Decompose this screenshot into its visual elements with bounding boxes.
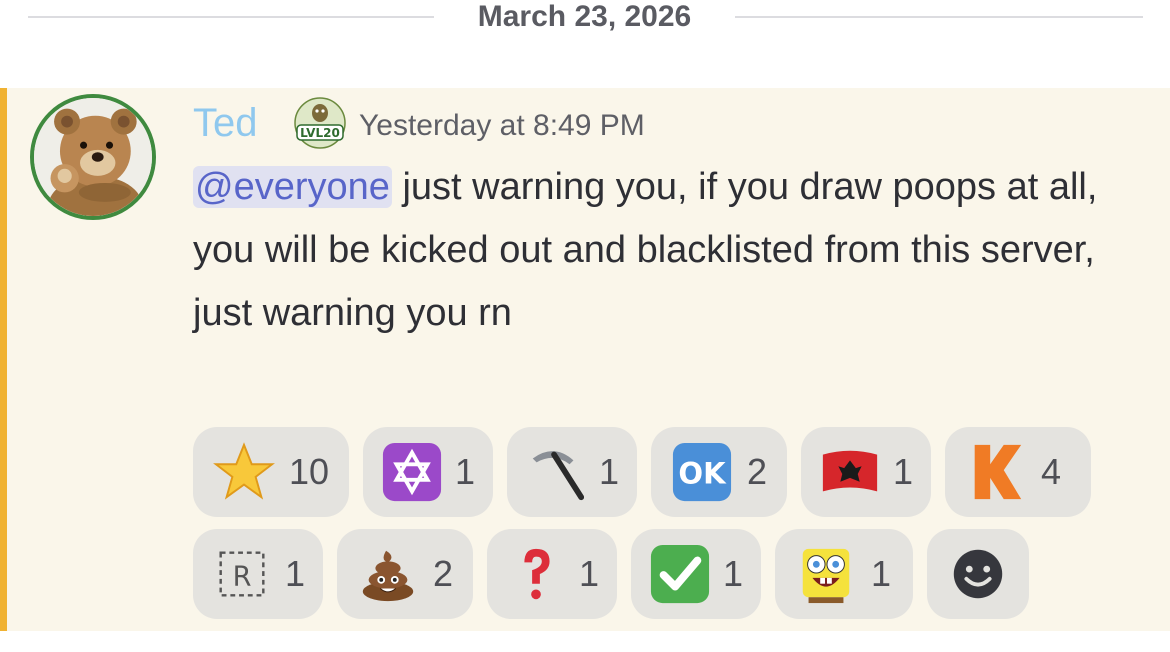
reactions-row-1: 10 1 1 OK 2 1 4	[193, 427, 1113, 517]
reaction-regional-r[interactable]: R 1	[193, 529, 323, 619]
reaction-count: 2	[747, 451, 768, 492]
pick-emoji-icon	[525, 439, 587, 505]
reaction-count: 1	[455, 451, 476, 492]
reaction-count: 1	[285, 553, 306, 594]
reaction-ok-button[interactable]: OK 2	[651, 427, 787, 517]
star-of-david-emoji-icon	[381, 439, 443, 505]
reaction-count: 1	[871, 553, 892, 594]
reaction-poop[interactable]: 2	[337, 529, 473, 619]
reaction-kofi-k[interactable]: 4	[945, 427, 1091, 517]
question-mark-emoji-icon	[505, 541, 567, 607]
reaction-count: 1	[579, 553, 600, 594]
ok-button-emoji-icon: OK	[669, 439, 735, 505]
bottom-spacer	[0, 631, 1170, 652]
reaction-pick[interactable]: 1	[507, 427, 637, 517]
message-item[interactable]: Ted LVL20 Yesterday at 8:49 PM @everyone…	[0, 88, 1170, 631]
reaction-question-mark[interactable]: 1	[487, 529, 617, 619]
avatar[interactable]	[30, 94, 156, 220]
role-badge-icon[interactable]: LVL20	[294, 97, 346, 149]
add-reaction-button[interactable]	[927, 529, 1029, 619]
reaction-albania-flag[interactable]: 1	[801, 427, 931, 517]
divider-line-right	[735, 16, 1143, 18]
reactions-bar: 10 1 1 OK 2 1 4 R 1 2 1 1 1	[193, 427, 1113, 631]
reaction-star[interactable]: 10	[193, 427, 349, 517]
check-mark-emoji-icon	[649, 541, 711, 607]
reaction-count: 4	[1041, 451, 1062, 492]
regional-r-emoji-icon: R	[211, 541, 273, 607]
role-badge-label: LVL20	[300, 126, 340, 140]
kofi-k-emoji-icon	[963, 439, 1029, 505]
teddy-bear-avatar-image	[34, 98, 152, 216]
star-emoji-icon	[211, 439, 277, 505]
ok-button-label: OK	[678, 457, 727, 491]
reaction-count: 1	[599, 451, 620, 492]
reaction-count: 1	[723, 553, 744, 594]
author-name[interactable]: Ted	[193, 100, 258, 146]
reaction-spongebob[interactable]: 1	[775, 529, 913, 619]
reaction-count: 2	[433, 553, 454, 594]
date-label: March 23, 2026	[477, 0, 692, 33]
reaction-star-of-david[interactable]: 1	[363, 427, 493, 517]
reaction-check-mark[interactable]: 1	[631, 529, 761, 619]
divider-line-left	[28, 16, 434, 18]
regional-r-label: R	[233, 562, 252, 593]
everyone-mention[interactable]: @everyone	[193, 166, 392, 208]
message-content: @everyone just warning you, if you draw …	[193, 156, 1123, 345]
reaction-count: 10	[289, 451, 330, 492]
reaction-count: 1	[893, 451, 914, 492]
spongebob-emoji-icon	[793, 541, 859, 607]
reactions-row-2: R 1 2 1 1 1	[193, 529, 1113, 619]
message-timestamp[interactable]: Yesterday at 8:49 PM	[359, 108, 645, 144]
albania-flag-emoji-icon	[819, 439, 881, 505]
add-reaction-icon	[945, 541, 1011, 607]
poop-emoji-icon	[355, 541, 421, 607]
